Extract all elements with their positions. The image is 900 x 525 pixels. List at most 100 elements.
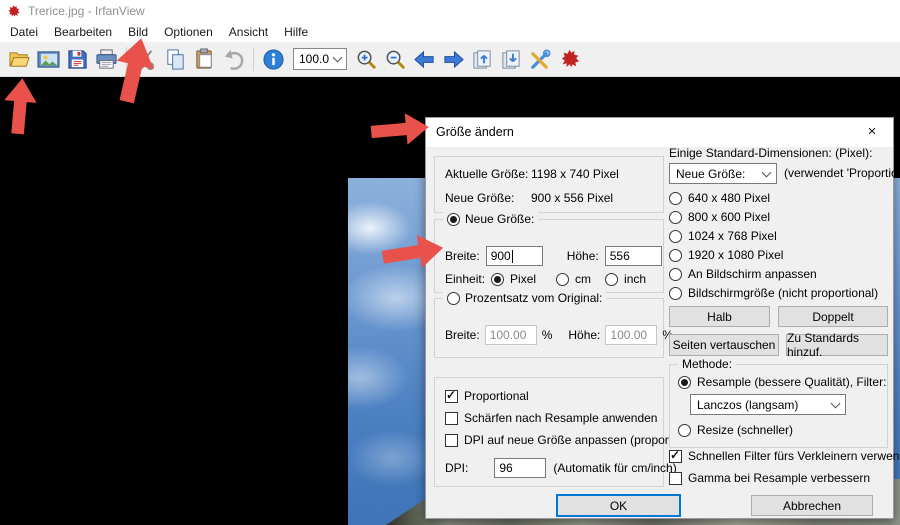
new-size-group-title: Neue Größe: bbox=[443, 212, 539, 226]
unit-cm-label: cm bbox=[575, 272, 592, 286]
irfanview-window: Trerice.jpg - IrfanView Datei Bearbeiten… bbox=[0, 0, 900, 525]
info-button[interactable] bbox=[259, 45, 288, 73]
fast-filter-option: Schnellen Filter fürs Verkleinern verwen… bbox=[669, 448, 900, 463]
dpi-row: DPI: 96 (Automatik für cm/inch) bbox=[445, 458, 677, 478]
percent-radio[interactable] bbox=[447, 291, 460, 305]
gamma-label: Gamma bei Resample verbessern bbox=[688, 471, 871, 485]
new-size-value: 900 x 556 Pixel bbox=[531, 191, 614, 205]
paste-icon bbox=[196, 47, 212, 69]
method-group-title: Methode: bbox=[678, 357, 737, 371]
ok-button[interactable]: OK bbox=[556, 494, 681, 517]
paste-button[interactable] bbox=[190, 45, 219, 73]
fast-filter-checkbox[interactable] bbox=[669, 448, 682, 463]
menu-optionen[interactable]: Optionen bbox=[156, 22, 221, 42]
menu-ansicht[interactable]: Ansicht bbox=[221, 22, 276, 42]
close-icon[interactable]: × bbox=[851, 118, 893, 147]
next-image-button[interactable] bbox=[439, 45, 468, 73]
gamma-checkbox[interactable] bbox=[669, 471, 682, 485]
irfanview-about-button[interactable] bbox=[555, 45, 584, 73]
add-to-standards-button[interactable]: Zu Standards hinzuf. bbox=[786, 331, 888, 359]
method-group-label: Methode: bbox=[682, 357, 733, 371]
proportional-option: Proportional bbox=[445, 388, 529, 403]
width-height-row: Breite: 900 Höhe: 556 bbox=[445, 246, 662, 266]
height-input[interactable]: 556 bbox=[604, 246, 662, 266]
radio-1920x1080[interactable] bbox=[669, 248, 682, 262]
fast-filter-label: Schnellen Filter fürs Verkleinern verwen… bbox=[688, 449, 900, 463]
zoom-in-button[interactable] bbox=[352, 45, 381, 73]
standard-option-640x480: 640 x 480 Pixel bbox=[669, 191, 770, 205]
standards-label: Einige Standard-Dimensionen: (Pixel): bbox=[669, 146, 873, 160]
double-button[interactable]: Doppelt bbox=[778, 306, 888, 327]
save-button[interactable] bbox=[63, 45, 92, 73]
slideshow-icon bbox=[37, 50, 60, 68]
standard-option-fit-screen: An Bildschirm anpassen bbox=[669, 267, 817, 281]
new-size-group: Neue Größe: Breite: 900 Höhe: 556 Einhei… bbox=[434, 212, 664, 293]
unit-cm-radio[interactable] bbox=[556, 272, 570, 286]
half-button[interactable]: Halb bbox=[669, 306, 770, 327]
resample-radio[interactable] bbox=[678, 375, 691, 389]
last-image-button[interactable] bbox=[497, 45, 526, 73]
percent-height-input[interactable]: 100.00 bbox=[605, 325, 658, 345]
dialog-title: Größe ändern bbox=[436, 125, 514, 139]
resample-option: Resample (bessere Qualität), Filter: bbox=[678, 375, 886, 389]
menu-bearbeiten[interactable]: Bearbeiten bbox=[46, 22, 120, 42]
percent-sign: % bbox=[541, 328, 553, 342]
unit-pixel-label: Pixel bbox=[510, 272, 537, 286]
settings-button[interactable] bbox=[526, 45, 555, 73]
resize-radio[interactable] bbox=[678, 423, 691, 437]
dpi-adjust-checkbox[interactable] bbox=[445, 433, 458, 447]
percent-width-label: Breite: bbox=[445, 328, 480, 342]
pages-down-icon bbox=[502, 49, 520, 69]
copy-button[interactable] bbox=[161, 45, 190, 73]
percent-group-title: Prozentsatz vom Original: bbox=[443, 291, 607, 305]
label-640x480: 640 x 480 Pixel bbox=[688, 191, 771, 205]
copy-icon bbox=[167, 48, 184, 70]
label-1024x768: 1024 x 768 Pixel bbox=[688, 229, 777, 243]
new-size-radio[interactable] bbox=[447, 212, 460, 226]
radio-1024x768[interactable] bbox=[669, 229, 682, 243]
irfanview-logo-icon bbox=[6, 4, 21, 19]
arrow-left-icon bbox=[414, 50, 434, 68]
zoom-out-button[interactable] bbox=[381, 45, 410, 73]
percent-row: Breite: 100.00 % Höhe: 100.00 % bbox=[445, 325, 673, 345]
gamma-option: Gamma bei Resample verbessern bbox=[669, 471, 870, 485]
menu-hilfe[interactable]: Hilfe bbox=[276, 22, 316, 42]
filter-dropdown[interactable]: Lanczos (langsam) bbox=[690, 394, 846, 415]
open-button[interactable] bbox=[5, 45, 34, 73]
percent-width-input[interactable]: 100.00 bbox=[484, 325, 537, 345]
label-800x600: 800 x 600 Pixel bbox=[688, 210, 771, 224]
percent-width-value: 100.00 bbox=[489, 328, 527, 342]
menu-datei[interactable]: Datei bbox=[2, 22, 46, 42]
proportional-checkbox[interactable] bbox=[445, 388, 458, 403]
unit-pixel-radio[interactable] bbox=[491, 272, 505, 286]
undo-button[interactable] bbox=[219, 45, 248, 73]
first-image-button[interactable] bbox=[468, 45, 497, 73]
swap-sides-button[interactable]: Seiten vertauschen bbox=[669, 334, 779, 356]
standards-dropdown[interactable]: Neue Größe: bbox=[669, 163, 777, 184]
cancel-button[interactable]: Abbrechen bbox=[751, 495, 873, 516]
zoom-level-combo[interactable]: 100.0 bbox=[293, 48, 347, 70]
radio-800x600[interactable] bbox=[669, 210, 682, 224]
window-titlebar: Trerice.jpg - IrfanView bbox=[0, 0, 900, 22]
current-size-label: Aktuelle Größe: bbox=[445, 167, 529, 181]
dpi-adjust-label: DPI auf neue Größe anpassen (proport.) bbox=[464, 433, 680, 447]
previous-image-button[interactable] bbox=[410, 45, 439, 73]
sharpen-checkbox[interactable] bbox=[445, 411, 458, 425]
percent-group-label: Prozentsatz vom Original: bbox=[465, 291, 603, 305]
label-screen-size: Bildschirmgröße (nicht proportional) bbox=[688, 286, 879, 300]
dpi-input[interactable]: 96 bbox=[494, 458, 547, 478]
height-value: 556 bbox=[609, 249, 630, 263]
width-input[interactable]: 900 bbox=[485, 246, 543, 266]
radio-640x480[interactable] bbox=[669, 191, 682, 205]
radio-fit-screen[interactable] bbox=[669, 267, 682, 281]
dialog-titlebar[interactable]: Größe ändern × bbox=[426, 118, 893, 147]
standards-dropdown-value: Neue Größe: bbox=[676, 166, 746, 181]
unit-label: Einheit: bbox=[445, 272, 486, 286]
resize-dialog: Größe ändern × Aktuelle Größe: 1198 x 74… bbox=[425, 117, 900, 519]
radio-screen-size[interactable] bbox=[669, 286, 682, 300]
zoom-level-value: 100.0 bbox=[299, 52, 330, 66]
filter-value: Lanczos (langsam) bbox=[697, 397, 799, 412]
resample-label: Resample (bessere Qualität), Filter: bbox=[697, 375, 887, 389]
unit-inch-radio[interactable] bbox=[605, 272, 619, 286]
slideshow-button[interactable] bbox=[34, 45, 63, 73]
